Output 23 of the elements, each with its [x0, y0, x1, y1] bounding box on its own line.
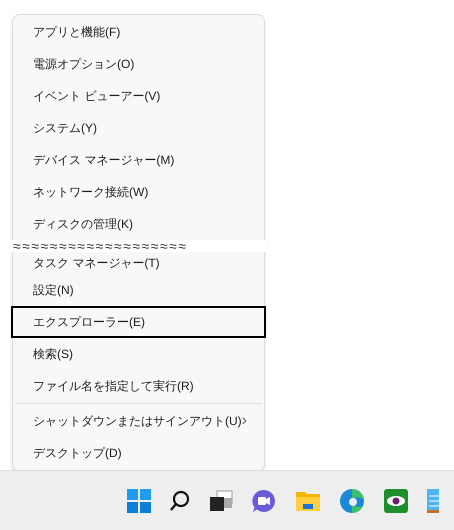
search-icon[interactable]: [169, 490, 191, 512]
menu-item[interactable]: デバイス マネージャー(M): [15, 144, 262, 176]
menu-item[interactable]: 設定(N): [15, 274, 262, 306]
menu-item[interactable]: ファイル名を指定して実行(R): [15, 370, 262, 402]
menu-item[interactable]: ディスクの管理(K): [15, 208, 262, 240]
menu-item[interactable]: ネットワーク接続(W): [15, 176, 262, 208]
browser-icon[interactable]: [339, 488, 365, 514]
eye-icon[interactable]: [383, 488, 409, 514]
menu-item[interactable]: 電源オプション(O): [15, 48, 262, 80]
menu-item[interactable]: イベント ビューアー(V): [15, 80, 262, 112]
task-view-icon[interactable]: [209, 490, 233, 512]
break-mark: ≈≈≈≈≈≈≈≈≈≈≈≈≈≈≈≈≈≈≈: [11, 240, 266, 252]
menu-item[interactable]: アプリと機能(F): [15, 16, 262, 48]
chat-icon[interactable]: [251, 488, 277, 514]
menu-item[interactable]: 検索(S): [15, 338, 262, 370]
menu-item[interactable]: エクスプローラー(E): [11, 306, 266, 338]
notepad-icon[interactable]: [427, 488, 439, 514]
chevron-icon: ›: [242, 409, 247, 433]
menu-item[interactable]: システム(Y): [15, 112, 262, 144]
menu-item[interactable]: デスクトップ(D): [15, 437, 262, 469]
menu-item[interactable]: シャットダウンまたはサインアウト(U)›: [15, 405, 262, 437]
menu-item[interactable]: タスク マネージャー(T): [15, 252, 262, 274]
start-icon[interactable]: [127, 488, 151, 512]
